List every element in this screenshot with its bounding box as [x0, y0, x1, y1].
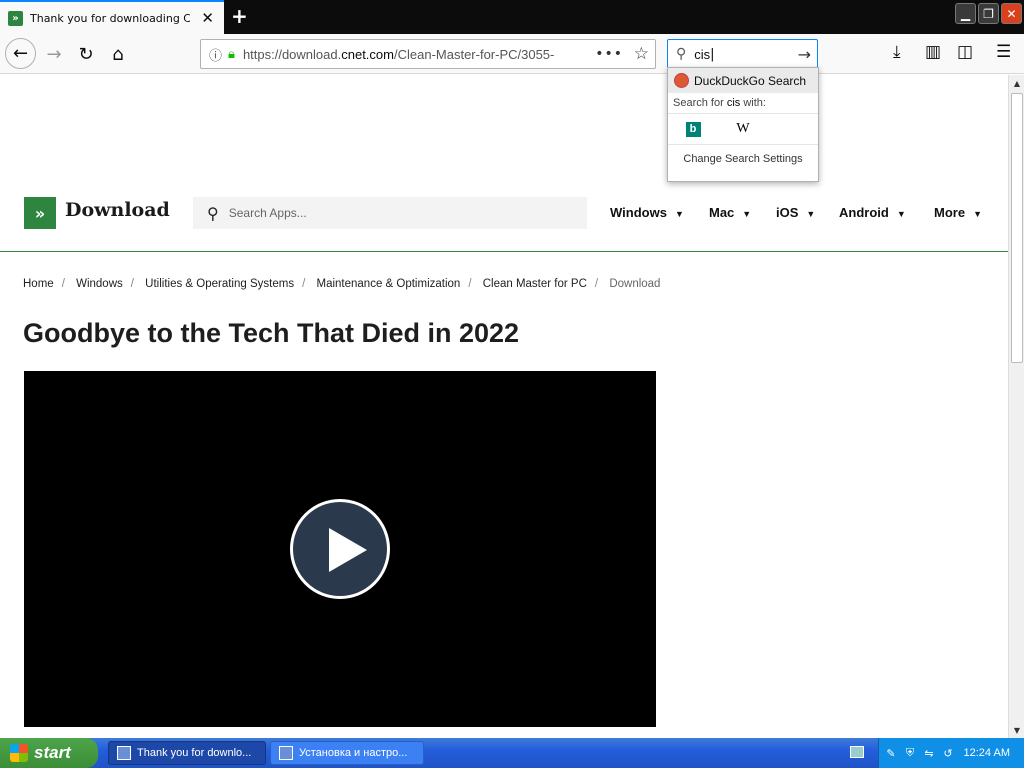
change-search-settings-button[interactable]: Change Search Settings	[668, 145, 818, 165]
search-engine-header: DuckDuckGo Search	[668, 68, 818, 93]
play-icon[interactable]	[290, 499, 390, 599]
wikipedia-icon: W	[736, 121, 750, 136]
search-input[interactable]: cis	[694, 47, 710, 62]
wikipedia-engine-button[interactable]: W	[718, 113, 768, 145]
chevron-down-icon: ▼	[674, 209, 684, 219]
breadcrumb-utilities[interactable]: Utilities & Operating Systems	[145, 278, 294, 290]
close-tab-icon[interactable]: ✕	[201, 9, 214, 27]
search-for-label: Search for cis with:	[673, 97, 766, 109]
tab-title: Thank you for downloading Clean Master	[30, 11, 190, 25]
web-page: » Download ⚲ Search Apps... Windows ▼ Mac…	[0, 75, 1008, 738]
browser-tab[interactable]: » Thank you for downloading Clean Master…	[0, 0, 224, 34]
forward-button[interactable]: →	[40, 40, 68, 68]
site-search-box[interactable]: ⚲ Search Apps...	[193, 197, 587, 229]
info-icon[interactable]: ⓘ	[209, 45, 222, 64]
one-off-engines: b W	[668, 113, 818, 145]
chevron-down-icon: ▼	[896, 209, 906, 219]
reload-button[interactable]: ↻	[72, 40, 100, 68]
bookmark-star-icon[interactable]: ☆	[634, 44, 649, 64]
chevron-down-icon: ▼	[973, 209, 982, 219]
firefox-icon	[117, 746, 131, 760]
taskbar: start Thank you for downlo... Установка …	[0, 738, 1024, 768]
menu-windows[interactable]: Windows ▼	[610, 205, 684, 220]
menu-hamburger-icon[interactable]: ☰	[996, 42, 1011, 62]
downloads-icon[interactable]: ⤓	[893, 42, 901, 62]
maximize-button[interactable]: ❐	[978, 3, 999, 24]
breadcrumb-current: Download	[609, 278, 661, 290]
download-logo-icon[interactable]: »	[24, 197, 56, 229]
search-icon: ⚲	[207, 203, 219, 223]
breadcrumb-windows[interactable]: Windows	[76, 278, 123, 290]
document-icon	[279, 746, 293, 760]
sidebar-icon[interactable]: ◫	[957, 42, 973, 62]
page-actions-icon[interactable]: •••	[595, 46, 623, 62]
menu-mac[interactable]: Mac ▼	[709, 205, 751, 220]
search-engine-name: DuckDuckGo Search	[694, 73, 807, 88]
taskbar-item-firefox[interactable]: Thank you for downlo...	[108, 741, 266, 765]
header-divider	[0, 251, 1008, 252]
scroll-thumb[interactable]	[1011, 93, 1023, 363]
page-scrollbar[interactable]: ▲ ▼	[1008, 75, 1024, 738]
bing-icon: b	[685, 121, 701, 137]
scroll-up-icon[interactable]: ▲	[1009, 75, 1024, 91]
library-icon[interactable]: ▥	[925, 42, 941, 62]
bing-engine-button[interactable]: b	[668, 113, 718, 145]
download-favicon-icon: »	[8, 10, 23, 26]
system-tray: ✎ ⛨ ⇋ ↺ 12:24 AM	[878, 738, 1024, 768]
page-title: Goodbye to the Tech That Died in 2022	[23, 318, 520, 348]
start-button[interactable]: start	[0, 738, 98, 768]
sync-icon[interactable]: ↺	[941, 746, 955, 760]
title-bar: » Thank you for downloading Clean Master…	[0, 0, 1024, 34]
home-button[interactable]: ⌂	[104, 40, 132, 68]
lock-icon[interactable]: 🔒︎	[228, 47, 235, 62]
minimize-button[interactable]: ▁	[955, 3, 976, 24]
clock[interactable]: 12:24 AM	[964, 747, 1010, 759]
tray-tool-icon[interactable]: ✎	[884, 746, 898, 760]
site-logo-text[interactable]: Download	[65, 199, 170, 221]
breadcrumb: Home / Windows / Utilities & Operating Sys…	[23, 278, 661, 290]
url-bar[interactable]: ⓘ 🔒︎ https://download.cnet.com/Clean-Mas…	[200, 39, 656, 69]
taskbar-item-document[interactable]: Установка и настро...	[270, 741, 424, 765]
new-tab-button[interactable]: +	[231, 4, 248, 28]
network-icon[interactable]: ⇋	[922, 746, 936, 760]
chevron-down-icon: ▼	[742, 209, 752, 219]
menu-ios[interactable]: iOS ▼	[776, 205, 815, 220]
navigation-toolbar: ← → ↻ ⌂ ⓘ 🔒︎ https://download.cnet.com/C…	[0, 34, 1024, 74]
windows-logo-icon	[10, 744, 28, 762]
search-bar[interactable]: ⚲ cis | →	[667, 39, 818, 69]
url-text[interactable]: https://download.cnet.com/Clean-Master-f…	[243, 47, 563, 62]
site-search-placeholder: Search Apps...	[228, 206, 307, 220]
close-window-button[interactable]: ✕	[1001, 3, 1022, 24]
search-icon: ⚲	[676, 46, 687, 62]
breadcrumb-home[interactable]: Home	[23, 278, 54, 290]
shield-icon[interactable]: ⛨	[903, 746, 917, 760]
menu-more[interactable]: More ▼	[934, 205, 982, 220]
breadcrumb-maintenance[interactable]: Maintenance & Optimization	[316, 278, 460, 290]
chevron-down-icon: ▼	[806, 209, 816, 219]
duckduckgo-icon	[674, 73, 689, 88]
scroll-down-icon[interactable]: ▼	[1009, 722, 1024, 738]
video-player[interactable]	[24, 371, 656, 727]
search-suggestions-dropdown: DuckDuckGo Search Search for cis with: b…	[667, 67, 819, 182]
keyboard-icon[interactable]	[850, 746, 864, 758]
breadcrumb-clean-master[interactable]: Clean Master for PC	[483, 278, 587, 290]
search-go-arrow-icon[interactable]: →	[798, 45, 811, 64]
back-button[interactable]: ←	[5, 38, 36, 69]
menu-android[interactable]: Android ▼	[839, 205, 906, 220]
